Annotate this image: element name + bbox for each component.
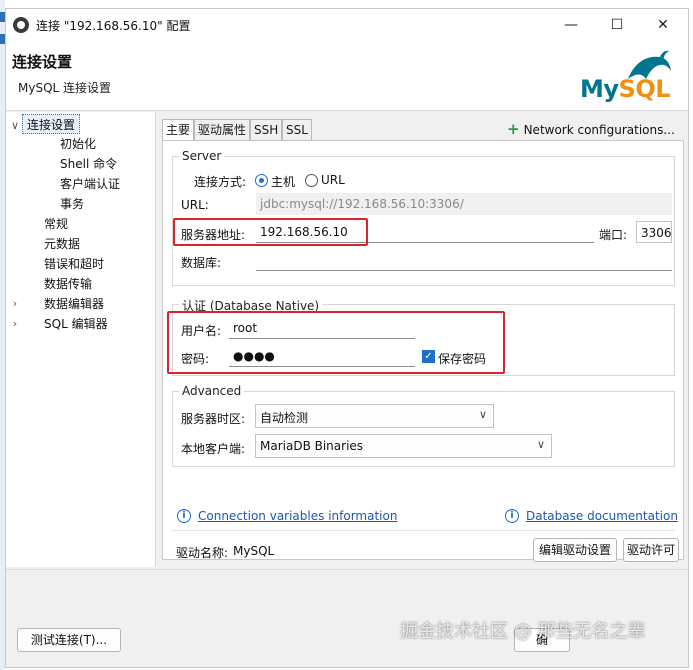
tab-content-main: Server 连接方式: 主机 URL URL: jdbc:mysql://19… <box>162 140 684 562</box>
chevron-down-icon: ∨ <box>478 408 487 421</box>
test-connection-button[interactable]: 测试连接(T)... <box>17 628 121 652</box>
local-client-select[interactable]: MariaDB Binaries ∨ <box>255 434 552 458</box>
tree-item-transactions[interactable]: 事务 <box>60 194 84 214</box>
mysql-logo: MySQL <box>580 47 680 107</box>
port-label: 端口: <box>599 228 628 242</box>
connection-method-label: 连接方式: <box>194 175 247 189</box>
tree-item-data-transfer[interactable]: 数据传输 <box>44 274 92 294</box>
local-client-value: MariaDB Binaries <box>260 439 364 453</box>
highlight-auth-box <box>167 311 505 374</box>
database-label: 数据库: <box>181 256 222 270</box>
highlight-host-box <box>173 218 368 246</box>
info-icon: i <box>177 509 191 523</box>
divider <box>172 530 675 531</box>
tree-item-shell-commands[interactable]: Shell 命令 <box>60 154 117 174</box>
dialog-header: 连接设置 MySQL 连接设置 MySQL <box>6 41 688 111</box>
tab-ssh[interactable]: SSH <box>250 119 282 141</box>
connection-config-dialog: 连接 "192.168.56.10" 配置 — ☐ ✕ 连接设置 MySQL 连… <box>5 8 689 668</box>
title-bar: 连接 "192.168.56.10" 配置 — ☐ ✕ <box>6 9 688 41</box>
minimize-button[interactable]: — <box>548 9 594 41</box>
page-title: 连接设置 <box>12 53 73 71</box>
logo-sql-text: SQL <box>618 75 671 103</box>
tree-item-connection-settings[interactable]: 连接设置 <box>22 114 81 134</box>
local-client-label: 本地客户端: <box>181 442 246 456</box>
server-timezone-value: 自动检测 <box>260 411 309 425</box>
watermark: 掘金技术社区 @ 那些无名之辈 <box>400 621 646 642</box>
tree-item-errors-timeouts[interactable]: 错误和超时 <box>44 254 104 274</box>
driver-name-value: MySQL <box>233 544 275 558</box>
port-field[interactable]: 3306 <box>636 221 672 243</box>
server-timezone-label: 服务器时区: <box>181 412 246 426</box>
tree-item-init[interactable]: 初始化 <box>60 134 96 154</box>
network-configurations-button[interactable]: + Network configurations... <box>507 120 675 138</box>
tree-item-sql-editor[interactable]: SQL 编辑器 <box>44 314 108 334</box>
tab-driver-properties[interactable]: 驱动属性 <box>194 119 250 141</box>
expand-arrow-icon[interactable]: › <box>10 294 20 314</box>
maximize-button[interactable]: ☐ <box>594 9 640 41</box>
plus-icon: + <box>507 120 520 138</box>
tree-item-general[interactable]: 常规 <box>44 214 68 234</box>
dbeaver-app-icon <box>13 17 29 33</box>
url-field: jdbc:mysql://192.168.56.10:3306/ <box>256 193 672 215</box>
tree-item-data-editor[interactable]: 数据编辑器 <box>44 294 104 314</box>
url-radio[interactable] <box>305 174 318 187</box>
tree-item-client-auth[interactable]: 客户端认证 <box>60 174 120 194</box>
network-configurations-label: Network configurations... <box>523 123 675 137</box>
expand-arrow-icon[interactable]: › <box>10 314 20 334</box>
url-label: URL: <box>181 198 209 212</box>
close-button[interactable]: ✕ <box>640 9 686 41</box>
host-radio[interactable] <box>255 174 268 187</box>
server-timezone-select[interactable]: 自动检测 ∨ <box>255 404 494 428</box>
database-field[interactable] <box>256 249 672 271</box>
info-icon: i <box>505 509 519 523</box>
tree-item-metadata[interactable]: 元数据 <box>44 234 80 254</box>
tab-ssl[interactable]: SSL <box>282 119 312 141</box>
settings-tree: ∨ 连接设置 初始化 Shell 命令 客户端认证 事务 常规 元数据 错误和超… <box>6 112 156 567</box>
database-documentation-link[interactable]: Database documentation <box>526 509 678 523</box>
expand-arrow-icon[interactable]: ∨ <box>10 116 20 136</box>
host-radio-label: 主机 <box>271 175 296 189</box>
advanced-group-label: Advanced <box>179 384 245 398</box>
server-group-label: Server <box>179 149 225 163</box>
main-panel: 主要 驱动属性 SSH SSL + Network configurations.… <box>157 112 688 567</box>
chevron-down-icon: ∨ <box>536 438 545 451</box>
tab-main[interactable]: 主要 <box>162 119 194 141</box>
edit-driver-settings-button[interactable]: 编辑驱动设置 <box>533 538 617 562</box>
connection-variables-link[interactable]: Connection variables information <box>198 509 397 523</box>
logo-my-text: My <box>580 75 619 103</box>
driver-name-label: 驱动名称: <box>176 546 229 560</box>
url-radio-label: URL <box>321 173 345 187</box>
window-title: 连接 "192.168.56.10" 配置 <box>36 19 191 33</box>
page-subtitle: MySQL 连接设置 <box>18 81 112 95</box>
driver-license-button[interactable]: 驱动许可 <box>623 538 679 562</box>
